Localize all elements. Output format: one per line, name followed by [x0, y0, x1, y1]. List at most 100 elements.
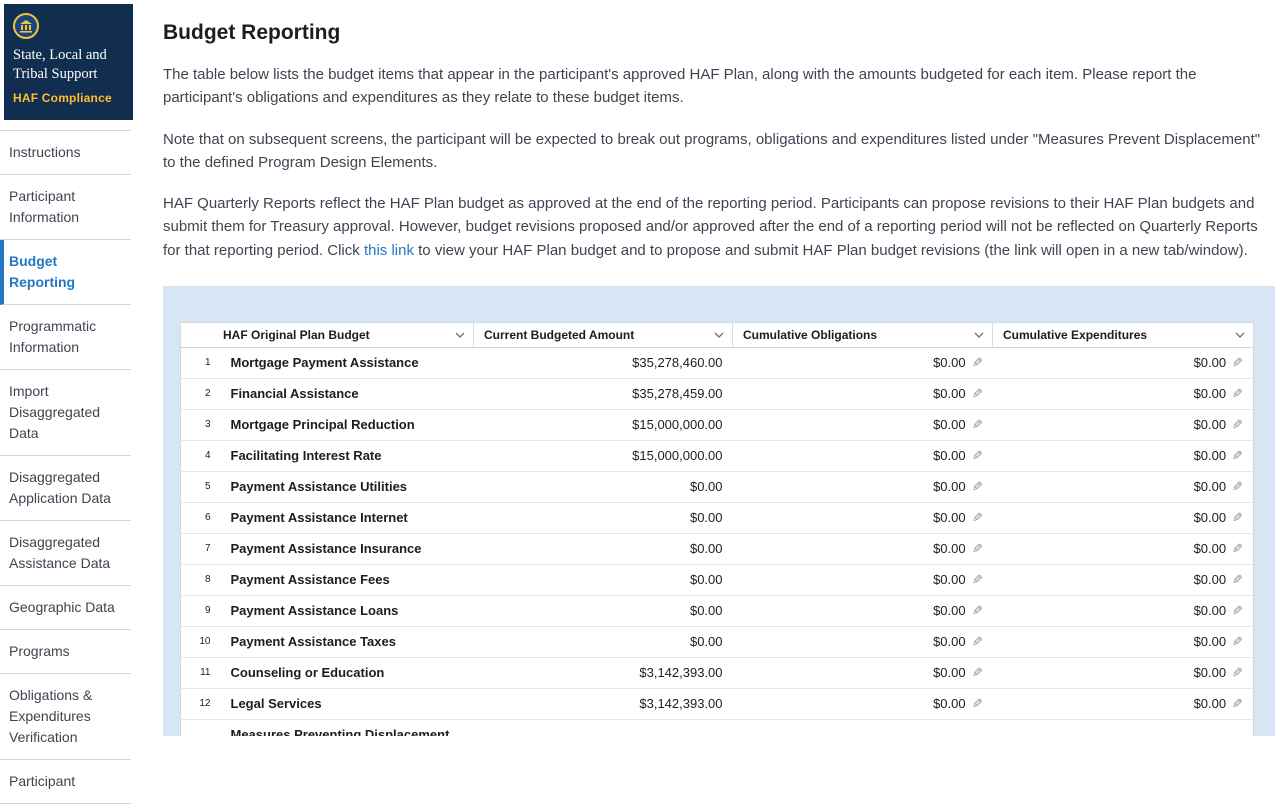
amount-value: $0.00 [690, 479, 723, 494]
budget-item-name: Mortgage Payment Assistance [221, 347, 474, 378]
edit-expenditures-icon[interactable]: ✎ [1232, 386, 1243, 402]
row-number: 10 [181, 626, 221, 657]
main-content: Budget Reporting The table below lists t… [163, 0, 1275, 743]
edit-obligations-icon[interactable]: ✎ [972, 572, 983, 588]
budget-item-name: Payment Assistance Internet [221, 502, 474, 533]
column-header-cumulative-expenditures[interactable]: Cumulative Expenditures [993, 322, 1254, 347]
edit-obligations-icon[interactable]: ✎ [972, 634, 983, 650]
amount-value: $0.00 [933, 479, 966, 494]
budget-item-name: Payment Assistance Fees [221, 564, 474, 595]
chevron-down-icon[interactable] [974, 332, 984, 338]
edit-obligations-icon[interactable]: ✎ [972, 448, 983, 464]
intro-paragraph: The table below lists the budget items t… [163, 63, 1275, 110]
budget-item-name: Counseling or Education [221, 657, 474, 688]
amount-cell: $0.00✎ [993, 688, 1254, 719]
budget-item-name: Measures Preventing Displacement Subtota… [221, 719, 474, 736]
sidebar-item-obligations-expenditures-verification[interactable]: Obligations & Expenditures Verification [0, 674, 131, 760]
sidebar-nav: InstructionsParticipant InformationBudge… [0, 130, 131, 804]
edit-expenditures-icon[interactable]: ✎ [1232, 510, 1243, 526]
edit-expenditures-icon[interactable]: ✎ [1232, 355, 1243, 371]
amount-cell: $0.00✎ [733, 657, 993, 688]
amount-value: $0.00 [1194, 479, 1227, 494]
chevron-down-icon[interactable] [455, 332, 465, 338]
table-row: 12Legal Services$3,142,393.00$0.00✎$0.00… [181, 688, 1254, 719]
amount-value: $0.00 [1194, 417, 1227, 432]
table-row: 4Facilitating Interest Rate$15,000,000.0… [181, 440, 1254, 471]
edit-obligations-icon[interactable]: ✎ [972, 541, 983, 557]
amount-cell: $0.00✎ [733, 626, 993, 657]
row-number: 13 [181, 719, 221, 736]
edit-obligations-icon[interactable]: ✎ [972, 479, 983, 495]
edit-expenditures-icon[interactable]: ✎ [1232, 479, 1243, 495]
amount-cell: $3,142,393.00 [474, 657, 733, 688]
sidebar-item-geographic-data[interactable]: Geographic Data [0, 586, 131, 630]
sidebar-item-import-disaggregated-data[interactable]: Import Disaggregated Data [0, 370, 131, 456]
amount-value: $35,278,459.00 [632, 386, 722, 401]
amount-cell: $0.00 [474, 719, 733, 736]
budget-item-name: Legal Services [221, 688, 474, 719]
sidebar-item-programmatic-information[interactable]: Programmatic Information [0, 305, 131, 370]
amount-value: $0.00 [1194, 634, 1227, 649]
edit-expenditures-icon[interactable]: ✎ [1232, 603, 1243, 619]
edit-obligations-icon[interactable]: ✎ [972, 417, 983, 433]
edit-expenditures-icon[interactable]: ✎ [1232, 448, 1243, 464]
amount-cell: $35,278,459.00 [474, 378, 733, 409]
sidebar-item-participant-information[interactable]: Participant Information [0, 175, 131, 240]
table-row: 6Payment Assistance Internet$0.00$0.00✎$… [181, 502, 1254, 533]
quarterly-paragraph: HAF Quarterly Reports reflect the HAF Pl… [163, 192, 1275, 262]
sidebar-item-budget-reporting[interactable]: Budget Reporting [0, 240, 131, 305]
budget-item-name: Payment Assistance Taxes [221, 626, 474, 657]
sidebar-item-participant[interactable]: Participant [0, 760, 131, 804]
edit-expenditures-icon[interactable]: ✎ [1232, 541, 1243, 557]
amount-value: $0.00 [1194, 448, 1227, 463]
amount-cell: $0.00 [474, 502, 733, 533]
amount-cell: $0.00✎ [733, 502, 993, 533]
edit-expenditures-icon[interactable]: ✎ [1232, 665, 1243, 681]
edit-obligations-icon[interactable]: ✎ [972, 510, 983, 526]
brand-subtitle: HAF Compliance [13, 91, 125, 105]
row-number: 4 [181, 440, 221, 471]
edit-obligations-icon[interactable]: ✎ [972, 696, 983, 712]
edit-obligations-icon[interactable]: ✎ [972, 386, 983, 402]
amount-cell: $0.00✎ [993, 378, 1254, 409]
amount-value: $0.00 [1194, 665, 1227, 680]
table-row: 9Payment Assistance Loans$0.00$0.00✎$0.0… [181, 595, 1254, 626]
amount-cell: $0.00✎ [733, 378, 993, 409]
edit-obligations-icon[interactable]: ✎ [972, 665, 983, 681]
row-number: 2 [181, 378, 221, 409]
edit-expenditures-icon[interactable]: ✎ [1232, 634, 1243, 650]
haf-plan-budget-link[interactable]: this link [364, 242, 414, 259]
table-row: 5Payment Assistance Utilities$0.00$0.00✎… [181, 471, 1254, 502]
amount-cell: $0.00 ✎ [993, 471, 1254, 502]
row-number: 1 [181, 347, 221, 378]
column-header-cumulative-obligations[interactable]: Cumulative Obligations [733, 322, 993, 347]
amount-value: $0.00 [1194, 603, 1227, 618]
row-number: 5 [181, 471, 221, 502]
sidebar-item-programs[interactable]: Programs [0, 630, 131, 674]
chevron-down-icon[interactable] [714, 332, 724, 338]
amount-value: $0.00 [1194, 572, 1227, 587]
edit-expenditures-icon[interactable]: ✎ [1232, 417, 1243, 433]
sidebar: State, Local and Tribal Support HAF Comp… [0, 0, 133, 743]
edit-expenditures-icon[interactable]: ✎ [1232, 696, 1243, 712]
amount-value: $15,000,000.00 [632, 417, 722, 432]
edit-obligations-icon[interactable]: ✎ [972, 355, 983, 371]
sidebar-item-instructions[interactable]: Instructions [0, 131, 131, 175]
sidebar-item-disaggregated-assistance-data[interactable]: Disaggregated Assistance Data [0, 521, 131, 586]
edit-obligations-icon[interactable]: ✎ [972, 603, 983, 619]
amount-cell: $0.00 [993, 719, 1254, 736]
column-header-budgeted-amount[interactable]: Current Budgeted Amount [474, 322, 733, 347]
edit-expenditures-icon[interactable]: ✎ [1232, 572, 1243, 588]
amount-value: $0.00 [690, 634, 723, 649]
chevron-down-icon[interactable] [1235, 332, 1245, 338]
budget-item-name: Payment Assistance Insurance [221, 533, 474, 564]
amount-value: $0.00 [1210, 734, 1243, 736]
column-header-plan-budget[interactable]: HAF Original Plan Budget [181, 322, 474, 347]
amount-cell: $0.00✎ [993, 347, 1254, 378]
amount-cell: $0.00 [474, 595, 733, 626]
amount-cell: $3,142,393.00 [474, 688, 733, 719]
amount-value: $0.00 [933, 417, 966, 432]
row-number: 11 [181, 657, 221, 688]
amount-cell: $0.00 [474, 471, 733, 502]
sidebar-item-disaggregated-application-data[interactable]: Disaggregated Application Data [0, 456, 131, 521]
